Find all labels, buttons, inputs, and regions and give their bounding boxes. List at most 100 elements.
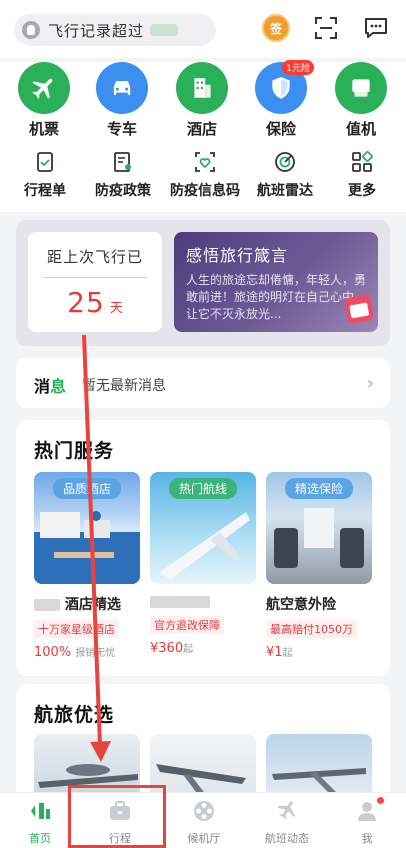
days-since-flight-card[interactable]: 距上次飞行已 25 天 (28, 232, 162, 332)
hot-item-hotel[interactable]: 品质酒店 酒店精选 十万家星级酒店 100% 报销无忧 (34, 472, 140, 660)
health-code-icon (195, 152, 215, 172)
item-name-text: 酒店精选 (64, 597, 121, 613)
flight-status-icon (277, 801, 295, 820)
notification-dot (377, 797, 384, 804)
hotel-icon (176, 62, 228, 114)
service-label: 酒店 (186, 120, 217, 138)
insurance-badge: 1元险 (282, 60, 314, 75)
nav-flight-status[interactable]: 航班动态 (262, 799, 312, 846)
nav-lounge[interactable]: 候机厅 (182, 799, 226, 846)
annotation-highlight-box (68, 785, 166, 848)
item-price-value: 100% (34, 645, 72, 660)
service-label: 更多 (348, 183, 376, 199)
service-policy[interactable]: 防疫政策 (88, 150, 158, 200)
radar-icon (275, 152, 295, 172)
item-tag: 品质酒店 (52, 478, 122, 499)
nav-profile[interactable]: 我 (352, 797, 384, 846)
service-flight[interactable]: 机票 (9, 62, 79, 139)
home-icon (31, 803, 50, 819)
search-text: 飞行记录超过 (48, 21, 145, 40)
item-price-note: 起 (183, 644, 194, 655)
service-checkin[interactable]: 值机 (326, 62, 396, 139)
item-price-note: 起 (282, 648, 293, 659)
more-grid-icon (352, 151, 373, 172)
item-price-note: 报销无忧 (75, 648, 116, 659)
secondary-services: 行程单 防疫政策 防疫信息码 航班雷达 更多 (0, 140, 406, 212)
item-sub: 最高赔付1050万 (266, 620, 357, 638)
message-label: 消息 (34, 373, 66, 397)
service-itinerary[interactable]: 行程单 (16, 150, 74, 200)
message-bar[interactable]: 消息 暂无最新消息 › (16, 358, 390, 408)
item-price-value: ¥360 (150, 641, 184, 656)
redacted-text (150, 596, 210, 608)
bottom-navigation: 首页 行程 候机厅 航班动态 我 (0, 792, 406, 848)
profile-icon (358, 802, 376, 821)
main-services: 机票 专车 酒店 1元险 保险 值机 (0, 60, 406, 140)
search-bar[interactable]: 飞行记录超过 (14, 14, 216, 46)
nav-label: 航班动态 (265, 832, 309, 845)
service-health-code[interactable]: 防疫信息码 (163, 150, 247, 200)
message-text: 暂无最新消息 (82, 378, 166, 394)
section-title: 热门服务 (34, 440, 115, 462)
insurance-image: 精选保险 (266, 472, 372, 584)
item-tag: 精选保险 (284, 478, 354, 499)
travel-quote-card[interactable]: 感悟旅行箴言 人生的旅途忘却倦慵，年轻人，勇敢前进！旅途的明灯在自己心中，让它不… (174, 232, 378, 332)
hot-item-insurance[interactable]: 精选保险 航空意外险 最高赔付1050万 ¥1起 (266, 472, 372, 660)
service-label: 值机 (345, 120, 376, 138)
message-label-a: 消 (34, 377, 51, 396)
avatar-icon (22, 21, 40, 39)
message-label-b: 息 (50, 377, 67, 396)
service-label: 防疫政策 (95, 183, 151, 199)
since-label: 距上次飞行已 (46, 248, 143, 266)
film-reel-icon (194, 801, 214, 821)
item-price: 100% 报销无忧 (34, 644, 140, 660)
service-car[interactable]: 专车 (87, 62, 157, 139)
chevron-right-icon: › (366, 373, 374, 394)
calendar-icon (343, 293, 375, 325)
service-insurance[interactable]: 1元险 保险 (246, 60, 316, 139)
item-sub: 十万家星级酒店 (34, 620, 119, 638)
item-price: ¥1起 (266, 644, 372, 660)
hotel-image: 品质酒店 (34, 472, 140, 584)
days-value: 25 (67, 286, 105, 319)
item-name (150, 594, 256, 610)
redacted-text (150, 24, 179, 36)
message-icon[interactable] (363, 15, 389, 41)
item-sub: 官方退改保障 (150, 616, 224, 634)
nav-label: 首页 (29, 832, 51, 845)
flight-record-card: 距上次飞行已 25 天 感悟旅行箴言 人生的旅途忘却倦慵，年轻人，勇敢前进！旅途… (16, 220, 390, 346)
service-label: 专车 (106, 120, 137, 138)
top-bar: 飞行记录超过 签 (0, 0, 406, 58)
item-price: ¥360起 (150, 640, 256, 656)
car-icon (96, 62, 148, 114)
service-hotel[interactable]: 酒店 (167, 62, 237, 139)
days-unit: 天 (109, 301, 123, 316)
checkin-button[interactable]: 签 (262, 14, 290, 42)
service-label: 机票 (28, 120, 59, 138)
hot-services-section: 热门服务 品质酒店 酒店精选 十万家星级酒店 100% 报销无忧 热门航线 官方… (16, 420, 390, 676)
quote-title: 感悟旅行箴言 (186, 246, 289, 265)
service-label: 保险 (265, 120, 296, 138)
service-label: 航班雷达 (257, 183, 313, 199)
scan-icon[interactable] (314, 16, 338, 40)
redacted-text (34, 599, 60, 611)
item-name: 航空意外险 (266, 597, 336, 613)
nav-home[interactable]: 首页 (22, 799, 58, 846)
item-name: 酒店精选 (34, 594, 140, 614)
item-price-value: ¥1 (266, 645, 283, 660)
service-more[interactable]: 更多 (342, 150, 382, 200)
hot-item-route[interactable]: 热门航线 官方退改保障 ¥360起 (150, 472, 256, 656)
service-radar[interactable]: 航班雷达 (252, 150, 318, 200)
item-tag: 热门航线 (168, 478, 238, 499)
service-label: 防疫信息码 (170, 183, 240, 199)
airplane-icon (18, 62, 70, 114)
section-title: 航旅优选 (34, 704, 115, 726)
itinerary-icon (37, 152, 53, 172)
seat-icon (335, 62, 387, 114)
route-image: 热门航线 (150, 472, 256, 584)
divider (43, 277, 147, 278)
policy-icon (114, 152, 131, 172)
days-count: 25 天 (28, 286, 162, 319)
quote-text: 人生的旅途忘却倦慵，年轻人，勇敢前进！旅途的明灯在自己心中，让它不灭永放光... (186, 273, 367, 321)
service-label: 行程单 (24, 183, 66, 199)
